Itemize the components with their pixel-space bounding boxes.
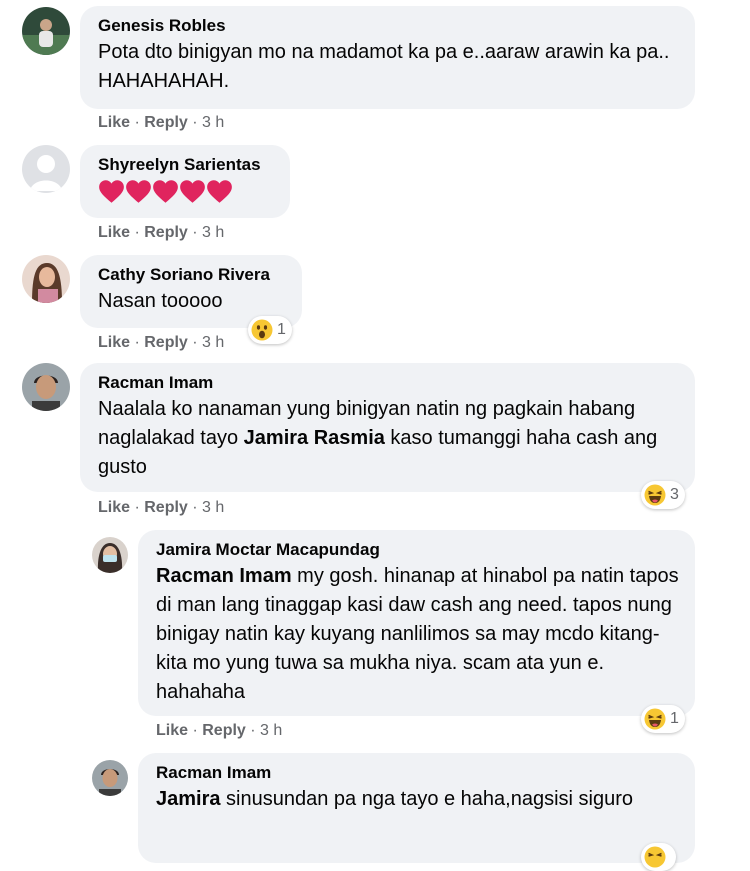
profile-photo-icon xyxy=(22,363,70,411)
comment-actions: Like · Reply · 3 h xyxy=(98,223,224,243)
heart-icon xyxy=(180,180,205,203)
reply-bubble: Jamira Moctar Macapundag Racman Imam my … xyxy=(138,530,695,716)
profile-photo-icon xyxy=(22,7,70,55)
timestamp[interactable]: 3 h xyxy=(202,224,224,241)
profile-photo-icon xyxy=(22,255,70,303)
reaction-count-value: 3 xyxy=(670,486,679,503)
reaction-count[interactable] xyxy=(641,843,676,871)
mention-link[interactable]: Racman Imam xyxy=(156,565,292,587)
reply-button[interactable]: Reply xyxy=(144,499,188,516)
heart-icon xyxy=(153,180,178,203)
comment-author[interactable]: Shyreelyn Sarientas xyxy=(98,154,274,176)
reaction-count-value: 1 xyxy=(670,710,679,727)
comment-actions: Like · Reply · 3 h xyxy=(98,498,224,518)
like-button[interactable]: Like xyxy=(98,114,130,131)
separator: · xyxy=(130,499,145,516)
comment-bubble: Genesis Robles Pota dto binigyan mo na m… xyxy=(80,6,695,109)
like-button[interactable]: Like xyxy=(156,722,188,739)
timestamp[interactable]: 3 h xyxy=(202,334,224,351)
mention-link[interactable]: Jamira Rasmia xyxy=(244,427,385,449)
reply-button[interactable]: Reply xyxy=(144,334,188,351)
reply-button[interactable]: Reply xyxy=(202,722,246,739)
heart-icon xyxy=(99,180,124,203)
timestamp[interactable]: 3 h xyxy=(202,114,224,131)
comment-text: Pota dto binigyan mo na madamot ka pa e.… xyxy=(98,41,670,92)
haha-emoji-icon xyxy=(644,846,666,868)
separator: · xyxy=(187,224,203,241)
comment-author[interactable]: Racman Imam xyxy=(98,372,679,394)
reply-button[interactable]: Reply xyxy=(144,114,188,131)
timestamp[interactable]: 3 h xyxy=(202,499,224,516)
avatar[interactable] xyxy=(92,537,128,573)
haha-emoji-icon xyxy=(644,708,666,730)
avatar[interactable] xyxy=(22,7,70,55)
comment-actions: Like · Reply · 3 h xyxy=(98,113,224,133)
separator: · xyxy=(130,224,145,241)
comment-text: Nasan tooooo xyxy=(98,290,223,312)
comment-bubble: Shyreelyn Sarientas ❤️❤️❤️❤️❤️ xyxy=(80,145,290,218)
reply-button[interactable]: Reply xyxy=(144,224,188,241)
separator: · xyxy=(187,114,203,131)
comment-author[interactable]: Cathy Soriano Rivera xyxy=(98,264,286,286)
mention-link[interactable]: Jamira xyxy=(156,788,221,810)
comment-text: Jamira sinusundan pa nga tayo e haha,nag… xyxy=(156,785,679,814)
comment-author[interactable]: Jamira Moctar Macapundag xyxy=(156,539,679,561)
separator: · xyxy=(188,722,203,739)
comment-actions: Like · Reply · 3 h xyxy=(98,333,224,353)
wow-emoji-icon xyxy=(251,319,273,341)
profile-photo-icon xyxy=(92,537,128,573)
reaction-count[interactable]: 1 xyxy=(641,705,685,733)
comment-bubble: Racman Imam Naalala ko nanaman yung bini… xyxy=(80,363,695,492)
reply-bubble: Racman Imam Jamira sinusundan pa nga tay… xyxy=(138,753,695,863)
heart-icon xyxy=(207,180,232,203)
profile-photo-icon xyxy=(92,760,128,796)
reaction-count[interactable]: 1 xyxy=(248,316,292,344)
timestamp[interactable]: 3 h xyxy=(260,722,282,739)
separator: · xyxy=(130,334,145,351)
comment-text: ❤️❤️❤️❤️❤️ xyxy=(98,204,99,205)
avatar[interactable] xyxy=(22,255,70,303)
like-button[interactable]: Like xyxy=(98,499,130,516)
comment-text: Naalala ko nanaman yung binigyan natin n… xyxy=(98,395,679,482)
comment-author[interactable]: Genesis Robles xyxy=(98,15,679,37)
comment-actions: Like · Reply · 3 h xyxy=(156,721,282,741)
separator: · xyxy=(130,114,145,131)
comment-author[interactable]: Racman Imam xyxy=(156,762,679,784)
avatar[interactable] xyxy=(22,363,70,411)
avatar[interactable] xyxy=(22,145,70,193)
default-profile-icon xyxy=(22,145,70,193)
comment-text-segment: sinusundan pa nga tayo e haha,nagsisi si… xyxy=(220,788,634,810)
comment-text: Racman Imam my gosh. hinanap at hinabol … xyxy=(156,562,679,707)
reaction-count[interactable]: 3 xyxy=(641,481,685,509)
separator: · xyxy=(187,499,203,516)
separator: · xyxy=(245,722,261,739)
separator: · xyxy=(187,334,203,351)
haha-emoji-icon xyxy=(644,484,666,506)
like-button[interactable]: Like xyxy=(98,334,130,351)
reaction-count-value: 1 xyxy=(277,321,286,338)
avatar[interactable] xyxy=(92,760,128,796)
heart-emoji-row xyxy=(98,179,274,204)
like-button[interactable]: Like xyxy=(98,224,130,241)
heart-icon xyxy=(126,180,151,203)
